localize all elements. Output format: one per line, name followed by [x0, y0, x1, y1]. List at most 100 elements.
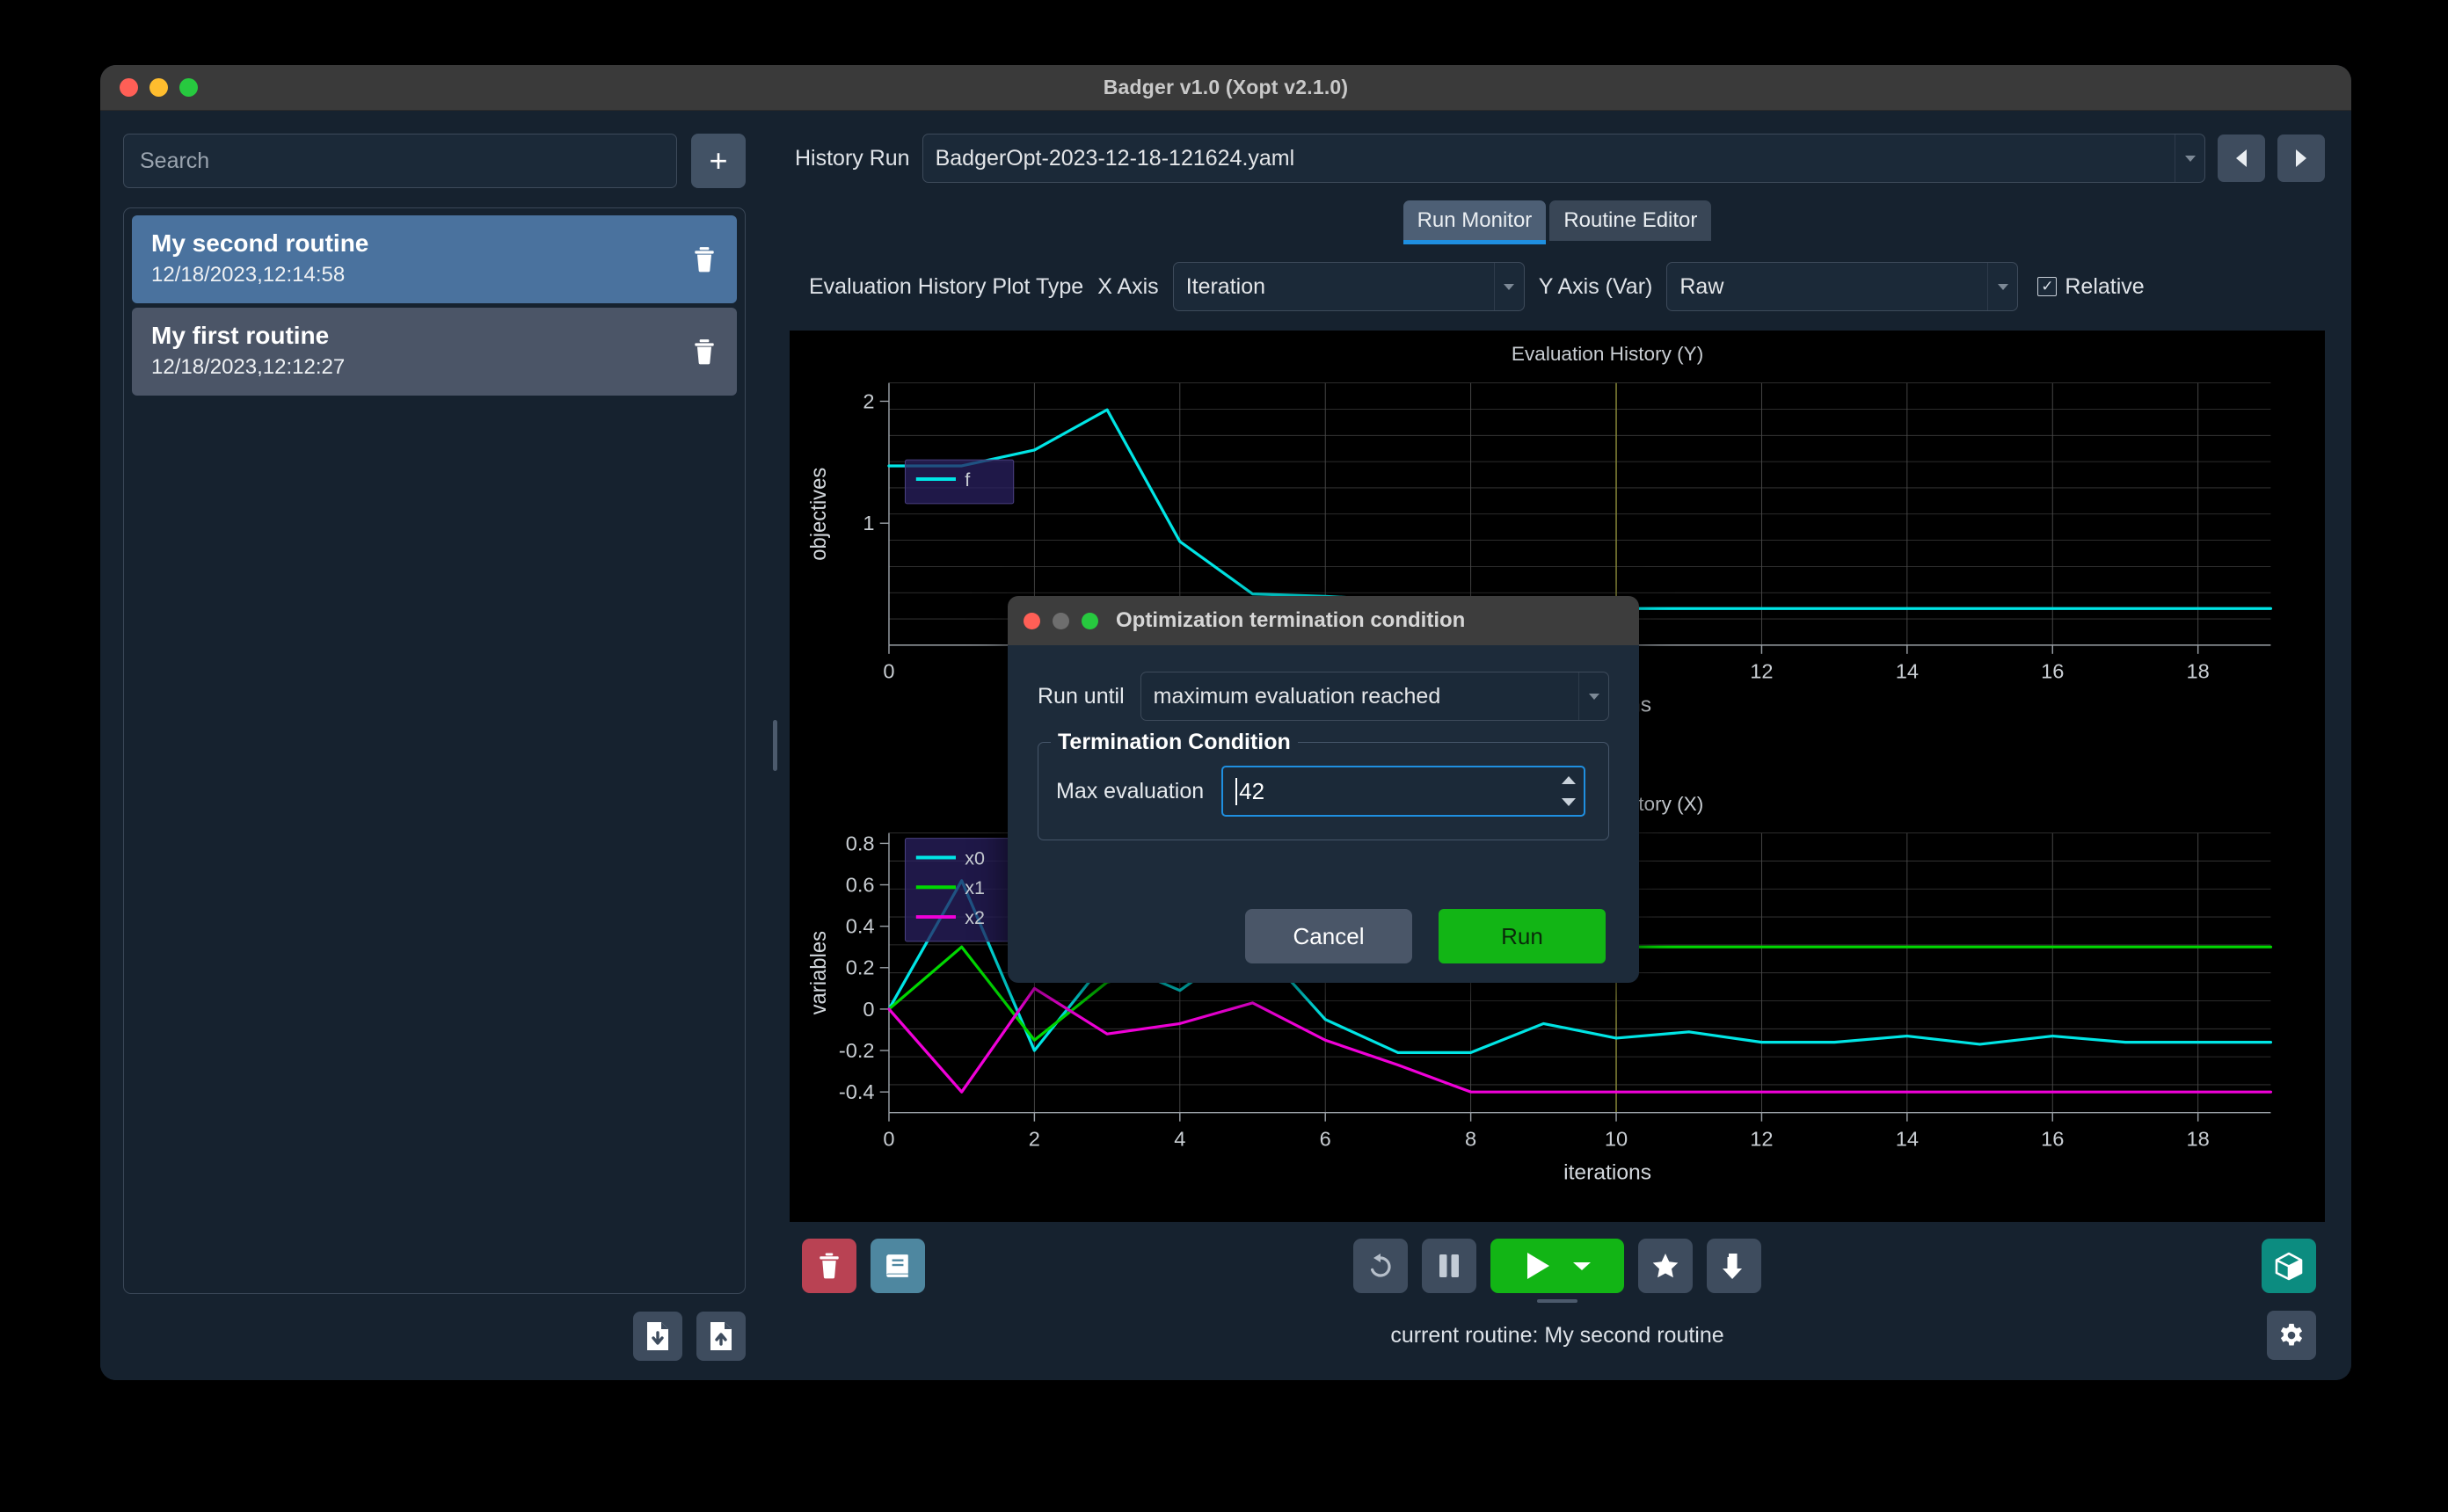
y-tick-label: 1 [863, 512, 874, 534]
y-tick-label: 0.4 [846, 915, 875, 938]
sidebar-splitter[interactable] [769, 111, 781, 1380]
gear-icon [2280, 1323, 2303, 1346]
settings-button[interactable] [2267, 1311, 2316, 1360]
run-until-select[interactable]: maximum evaluation reached [1140, 672, 1609, 721]
routine-list[interactable]: My second routine 12/18/2023,12:14:58 My… [123, 207, 746, 1294]
routine-sidebar: + My second routine 12/18/2023,12:14:58 … [100, 111, 769, 1380]
list-item[interactable]: My second routine 12/18/2023,12:14:58 [132, 215, 737, 303]
start-run-button[interactable] [1490, 1239, 1624, 1293]
application-window: Badger v1.0 (Xopt v2.1.0) + My second ro… [100, 65, 2351, 1380]
trash-icon [820, 1253, 839, 1279]
close-window-button[interactable] [120, 78, 138, 97]
relative-checkbox[interactable]: ✓ Relative [2037, 274, 2145, 300]
chevron-down-icon[interactable] [2175, 134, 2204, 182]
list-item[interactable]: My first routine 12/18/2023,12:12:27 [132, 308, 737, 396]
cancel-button[interactable]: Cancel [1245, 909, 1412, 963]
run-toolbar [790, 1236, 2325, 1296]
favorite-button[interactable] [1638, 1239, 1693, 1293]
dialog-titlebar: Optimization termination condition [1008, 596, 1639, 645]
x-tick-label: 12 [1750, 660, 1773, 683]
chart-title: Evaluation History (Y) [1512, 343, 1703, 365]
file-download-icon [647, 1322, 668, 1350]
chart-legend[interactable] [904, 459, 1015, 505]
x-tick-label: 18 [2187, 660, 2210, 683]
x-tick-label: 18 [2187, 1128, 2210, 1151]
y-tick-label: 0.2 [846, 956, 875, 979]
run-button[interactable]: Run [1439, 909, 1606, 963]
open-log-button[interactable] [871, 1239, 925, 1293]
dialog-maximize-button[interactable] [1082, 612, 1098, 629]
trash-icon[interactable] [693, 246, 716, 273]
spinbox-increment-button[interactable] [1556, 769, 1582, 791]
history-run-value: BadgerOpt-2023-12-18-121624.yaml [935, 145, 1295, 171]
run-until-row: Run until maximum evaluation reached [1038, 672, 1609, 721]
x-axis-select[interactable]: Iteration [1172, 262, 1525, 311]
arrow-down-corner-icon [1723, 1253, 1743, 1279]
dial-in-button[interactable] [1707, 1239, 1761, 1293]
chevron-right-icon [2296, 149, 2306, 167]
reset-button[interactable] [1353, 1239, 1408, 1293]
history-next-button[interactable] [2277, 134, 2325, 182]
y-axis-value: Raw [1679, 273, 1724, 299]
y-tick-label: 0.6 [846, 874, 875, 897]
x-tick-label: 0 [883, 1128, 894, 1151]
pause-button[interactable] [1422, 1239, 1476, 1293]
chevron-left-icon [2236, 149, 2247, 167]
legend-label: f [965, 470, 970, 491]
history-run-select[interactable]: BadgerOpt-2023-12-18-121624.yaml [922, 134, 2205, 183]
trash-icon[interactable] [693, 338, 716, 365]
chart-legend[interactable] [904, 838, 1015, 942]
y-tick-label: -0.4 [839, 1080, 875, 1103]
toolbar-center-group [1353, 1239, 1761, 1293]
maximize-window-button[interactable] [179, 78, 198, 97]
checkbox-glyph: ✓ [2037, 277, 2058, 296]
history-run-label: History Run [795, 145, 910, 171]
max-evaluation-spinbox[interactable]: 42 [1221, 766, 1585, 817]
import-routine-button[interactable] [633, 1312, 682, 1361]
chevron-down-icon[interactable] [1578, 672, 1608, 720]
x-tick-label: 8 [1465, 1128, 1476, 1151]
x-tick-label: 2 [1029, 1128, 1040, 1151]
panel-splitter[interactable] [790, 1296, 2325, 1306]
sidebar-footer [123, 1312, 746, 1361]
extensions-button[interactable] [2262, 1239, 2316, 1293]
star-icon [1652, 1254, 1679, 1278]
book-icon [886, 1254, 908, 1277]
traffic-light-group [120, 78, 198, 97]
dialog-body: Run until maximum evaluation reached Ter… [1008, 645, 1639, 983]
chevron-down-icon[interactable] [1493, 263, 1524, 310]
termination-condition-group: Termination Condition Max evaluation 42 [1038, 730, 1609, 840]
delete-run-button[interactable] [802, 1239, 856, 1293]
y-axis-select[interactable]: Raw [1666, 262, 2019, 311]
x-tick-label: 10 [1605, 1128, 1628, 1151]
history-prev-button[interactable] [2218, 134, 2265, 182]
export-routine-button[interactable] [696, 1312, 746, 1361]
minimize-window-button[interactable] [149, 78, 168, 97]
file-upload-icon [710, 1322, 732, 1350]
termination-condition-dialog[interactable]: Optimization termination condition Run u… [1008, 596, 1639, 983]
window-title: Badger v1.0 (Xopt v2.1.0) [1103, 76, 1349, 98]
routine-name: My first routine [151, 322, 330, 349]
dialog-close-button[interactable] [1024, 612, 1040, 629]
chevron-down-icon[interactable] [1572, 1260, 1592, 1272]
x-tick-label: 0 [883, 660, 894, 683]
spinbox-arrows [1556, 769, 1582, 813]
add-routine-button[interactable]: + [691, 134, 746, 188]
dialog-title: Optimization termination condition [1116, 608, 1466, 632]
run-until-value: maximum evaluation reached [1153, 683, 1441, 709]
tab-run-monitor[interactable]: Run Monitor [1402, 200, 1547, 244]
spinbox-decrement-button[interactable] [1556, 791, 1582, 813]
toolbar-left-group [802, 1239, 925, 1293]
search-input[interactable] [123, 134, 677, 188]
splitter-grip [1537, 1299, 1577, 1303]
tab-routine-editor[interactable]: Routine Editor [1549, 200, 1712, 241]
run-until-label: Run until [1038, 683, 1125, 709]
chevron-down-icon[interactable] [1987, 263, 2017, 310]
status-bar: current routine: My second routine [790, 1306, 2325, 1364]
x-tick-label: 14 [1896, 1128, 1919, 1151]
tab-bar: Run Monitor Routine Editor [790, 200, 2325, 244]
y-tick-label: 0 [863, 998, 874, 1021]
y-axis-title: objectives [807, 468, 831, 561]
status-text: current routine: My second routine [1390, 1322, 1724, 1348]
x-tick-label: 12 [1750, 1128, 1773, 1151]
